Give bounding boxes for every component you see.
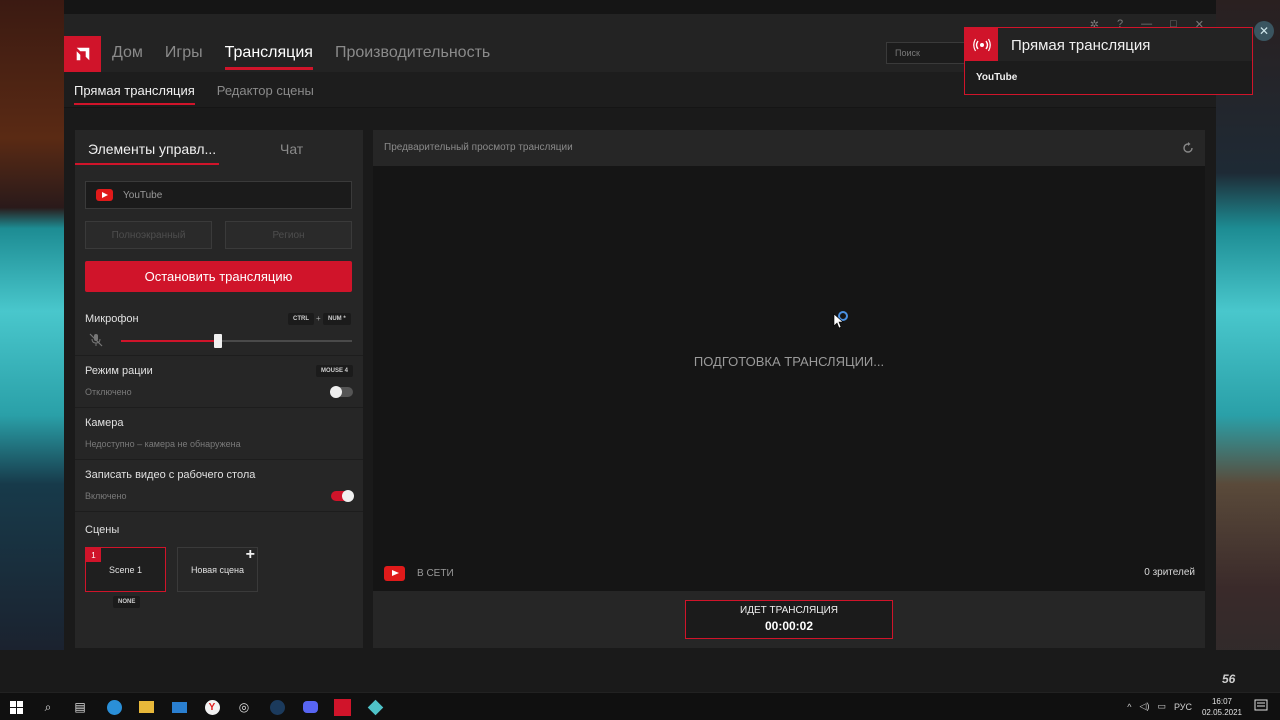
online-label: В СЕТИ [417, 568, 454, 579]
windows-taskbar: ⌕ ▤ Y ◎ ^ ◁) ▭ РУС 16:07 02.05.2021 [0, 692, 1280, 720]
search-input[interactable]: Поиск [886, 42, 966, 64]
nav-streaming[interactable]: Трансляция [224, 44, 314, 70]
desktop-corner-number: 56 [1222, 672, 1236, 686]
online-status: В СЕТИ [384, 566, 454, 581]
preview-header: Предварительный просмотр трансляции [373, 130, 1205, 166]
hotkey-ctrl: CTRL [288, 313, 314, 325]
panel-tabs: Элементы управл... Чат [75, 130, 363, 166]
scene-card-1[interactable]: 1 Scene 1 [85, 547, 166, 592]
platform-select[interactable]: YouTube [85, 181, 352, 209]
main-nav: Дом Игры Трансляция Производительность [112, 44, 490, 70]
radeon-software-window: Дом Игры Трансляция Производительность П… [64, 14, 1216, 650]
hotkey-num: NUM * [323, 313, 351, 325]
live-label: ИДЕТ ТРАНСЛЯЦИЯ [740, 605, 838, 616]
scene-name: Scene 1 [108, 564, 143, 575]
new-scene-card[interactable]: + Новая сцена [177, 546, 258, 592]
slider-thumb[interactable] [214, 334, 223, 348]
amd-radeon-taskbar-icon[interactable] [332, 697, 352, 717]
system-tray: ^ ◁) ▭ РУС [1127, 701, 1192, 712]
preview-footer: ИДЕТ ТРАНСЛЯЦИЯ 00:00:02 [373, 591, 1205, 648]
divider [75, 355, 363, 356]
network-icon[interactable]: ▭ [1157, 701, 1166, 712]
stream-preview: Предварительный просмотр трансляции ПОДГ… [373, 130, 1205, 648]
desktop-left-strip [0, 0, 64, 692]
stream-controls-panel: Элементы управл... Чат YouTube Полноэкра… [75, 130, 363, 648]
active-tab-indicator [75, 163, 219, 165]
divider [75, 459, 363, 460]
tab-chat[interactable]: Чат [280, 141, 303, 157]
slider-fill [121, 340, 219, 342]
divider [75, 511, 363, 512]
amd-logo-icon[interactable] [64, 36, 101, 72]
edge-browser-icon[interactable] [104, 697, 124, 717]
taskbar-clock[interactable]: 16:07 02.05.2021 [1202, 696, 1242, 718]
clock-time: 16:07 [1211, 697, 1232, 706]
preview-status: ПОДГОТОВКА ТРАНСЛЯЦИИ... [693, 354, 885, 369]
region-capture-button[interactable]: Регион [225, 221, 352, 249]
broadcast-icon [965, 28, 998, 61]
language-indicator[interactable]: РУС [1174, 702, 1192, 712]
desktop-record-status: Включено [85, 491, 127, 501]
microphone-volume-slider[interactable] [121, 334, 352, 348]
mic-muted-icon[interactable] [89, 333, 103, 347]
discord-icon[interactable] [300, 697, 320, 717]
desktop-bottom-strip [0, 650, 1280, 692]
search-icon[interactable]: ⌕ [38, 697, 58, 717]
stop-stream-button[interactable]: Остановить трансляцию [85, 261, 352, 292]
mail-icon[interactable] [169, 697, 189, 717]
microphone-label: Микрофон [85, 313, 139, 325]
clock-date: 02.05.2021 [1201, 708, 1242, 717]
refresh-icon[interactable] [1181, 141, 1195, 155]
live-timer: ИДЕТ ТРАНСЛЯЦИЯ 00:00:02 [685, 600, 893, 639]
notification-header: Прямая трансляция [965, 28, 1252, 61]
push-to-talk-toggle[interactable] [330, 386, 353, 398]
tray-chevron-icon[interactable]: ^ [1127, 702, 1131, 712]
notification-center-icon[interactable] [1254, 699, 1268, 713]
plus-icon: + [245, 546, 255, 563]
app-diamond-icon[interactable] [365, 697, 385, 717]
task-view-icon[interactable]: ▤ [70, 697, 90, 717]
desktop-record-label: Записать видео с рабочего стола [85, 469, 256, 481]
sub-nav: Прямая трансляция Редактор сцены [74, 83, 314, 105]
divider [75, 407, 363, 408]
platform-name: YouTube [123, 189, 163, 201]
live-time: 00:00:02 [764, 619, 814, 633]
desktop-right-strip [1216, 0, 1280, 692]
scenes-label: Сцены [85, 524, 120, 536]
nav-games[interactable]: Игры [165, 44, 203, 70]
windows-start-icon[interactable] [6, 697, 26, 717]
notification-title: Прямая трансляция [1011, 37, 1151, 54]
scene-tag: NONE [113, 596, 141, 608]
tab-scene-editor[interactable]: Редактор сцены [217, 83, 314, 103]
loading-cursor-icon [833, 311, 848, 329]
scene-number: 1 [86, 548, 101, 562]
camera-status: Недоступно – камера не обнаружена [85, 439, 241, 449]
yandex-browser-icon[interactable]: Y [202, 697, 222, 717]
steam-icon[interactable] [267, 697, 287, 717]
volume-icon[interactable]: ◁) [1140, 701, 1150, 712]
push-to-talk-status: Отключено [85, 387, 132, 397]
hotkey-mouse4: MOUSE 4 [316, 365, 354, 377]
notification-close-icon[interactable]: ✕ [1254, 21, 1274, 41]
youtube-icon [96, 189, 113, 201]
file-explorer-icon[interactable] [136, 697, 156, 717]
viewer-count: 0 зрителей [1144, 567, 1195, 578]
tab-controls[interactable]: Элементы управл... [88, 141, 216, 157]
preview-title: Предварительный просмотр трансляции [384, 142, 573, 153]
nav-performance[interactable]: Производительность [335, 44, 490, 70]
new-scene-label: Новая сцена [190, 564, 245, 575]
camera-label: Камера [85, 417, 124, 429]
hotkey-plus: + [316, 314, 321, 323]
youtube-icon [384, 566, 405, 581]
stream-notification[interactable]: Прямая трансляция YouTube [964, 27, 1253, 95]
push-to-talk-label: Режим рации [85, 365, 153, 377]
fullscreen-capture-button[interactable]: Полноэкранный [85, 221, 212, 249]
desktop-record-toggle[interactable] [331, 490, 354, 502]
chrome-like-icon[interactable]: ◎ [234, 697, 254, 717]
notification-body: YouTube [976, 72, 1018, 83]
tab-live-stream[interactable]: Прямая трансляция [74, 83, 195, 105]
nav-home[interactable]: Дом [112, 44, 143, 70]
